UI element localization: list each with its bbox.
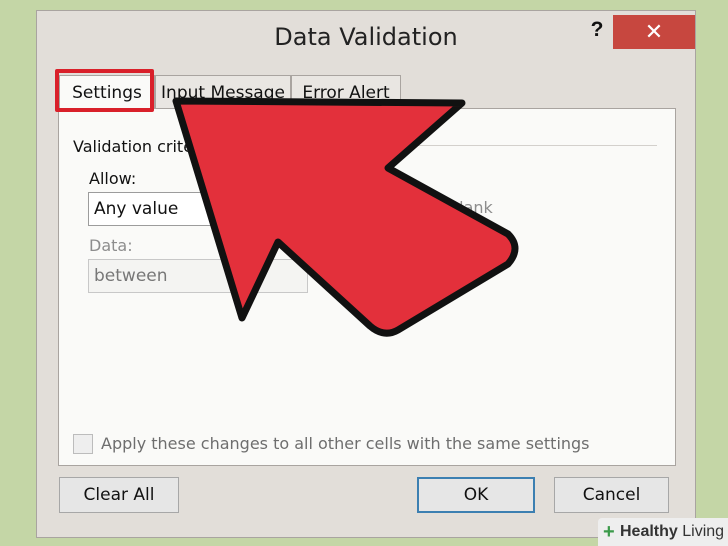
clear-all-button[interactable]: Clear All xyxy=(59,477,179,513)
allow-label: Allow: xyxy=(89,169,137,188)
close-icon: ✕ xyxy=(644,19,664,44)
group-divider xyxy=(369,145,657,146)
help-button[interactable]: ? xyxy=(583,13,611,47)
validation-criteria-label: Validation criter xyxy=(73,137,200,156)
ok-button[interactable]: OK xyxy=(417,477,535,513)
settings-panel: Validation criter Allow: Any value Data:… xyxy=(58,108,676,466)
brand-rest: Living xyxy=(677,523,725,540)
brand-bold: Healthy xyxy=(620,523,678,540)
apply-to-all-checkbox[interactable] xyxy=(73,434,93,454)
tab-input-message[interactable]: Input Message xyxy=(155,75,291,109)
brand-text: Healthy Living xyxy=(620,523,724,541)
ignore-blank-label: blank xyxy=(449,198,493,217)
health-plus-icon: + xyxy=(603,521,615,543)
apply-to-all-label: Apply these changes to all other cells w… xyxy=(101,434,590,453)
data-dropdown[interactable]: between xyxy=(88,259,308,293)
settings-tab-highlight xyxy=(55,69,154,112)
tab-error-alert[interactable]: Error Alert xyxy=(291,75,401,109)
allow-dropdown[interactable]: Any value xyxy=(88,192,298,226)
cancel-button[interactable]: Cancel xyxy=(554,477,669,513)
data-label: Data: xyxy=(89,236,133,255)
close-button[interactable]: ✕ xyxy=(613,15,695,49)
healthy-living-watermark: + Healthy Living xyxy=(598,518,728,546)
